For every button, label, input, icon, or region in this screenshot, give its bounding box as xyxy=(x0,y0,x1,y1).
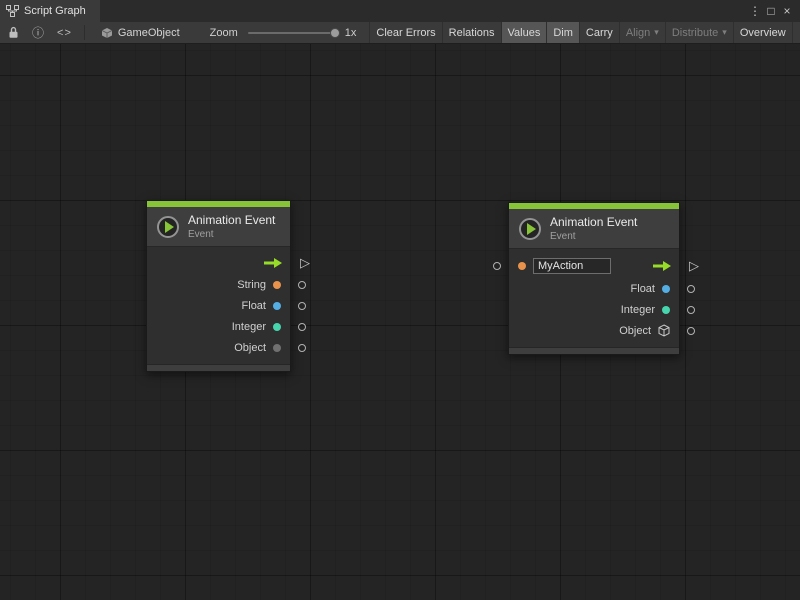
zoom-control: Zoom 1x xyxy=(210,22,357,43)
object-output-port[interactable] xyxy=(298,344,306,352)
chevron-down-icon: ▾ xyxy=(654,27,659,38)
clear-errors-button[interactable]: Clear Errors xyxy=(369,22,441,43)
port-label: Integer xyxy=(232,321,266,333)
integer-output-port[interactable] xyxy=(687,306,695,314)
object-cube-icon xyxy=(658,324,670,337)
node-body: ▷ String Float Integer Object xyxy=(147,247,290,364)
control-output-row: ▷ xyxy=(147,252,290,274)
node-subtitle: Event xyxy=(550,231,637,242)
button-label: Dim xyxy=(553,27,573,39)
node-header[interactable]: Animation Event Event xyxy=(509,209,679,249)
button-label: Values xyxy=(508,27,541,39)
string-type-dot xyxy=(518,262,526,270)
port-label: Float xyxy=(242,300,266,312)
zoom-slider-knob[interactable] xyxy=(330,28,340,38)
overview-button[interactable]: Overview xyxy=(733,22,793,43)
action-name-input-row: ▷ xyxy=(509,254,679,278)
integer-type-dot xyxy=(662,306,670,314)
code-icon[interactable]: <> xyxy=(57,27,72,39)
integer-type-dot xyxy=(273,323,281,331)
output-row-float: Float xyxy=(509,278,679,299)
node-header[interactable]: Animation Event Event xyxy=(147,207,290,247)
distribute-button[interactable]: Distribute ▾ xyxy=(665,22,733,43)
lock-icon[interactable] xyxy=(8,26,19,39)
window-tab-bar: Script Graph ⋮ □ × xyxy=(0,0,800,22)
dim-button[interactable]: Dim xyxy=(546,22,579,43)
port-label: Object xyxy=(619,325,651,337)
gameobject-label: GameObject xyxy=(118,27,180,39)
values-button[interactable]: Values xyxy=(501,22,547,43)
port-label: Float xyxy=(631,283,655,295)
relations-button[interactable]: Relations xyxy=(442,22,501,43)
float-type-dot xyxy=(273,302,281,310)
tab-script-graph[interactable]: Script Graph xyxy=(0,0,100,22)
flow-arrow-icon xyxy=(652,260,672,272)
gameobject-reference[interactable]: GameObject xyxy=(101,22,180,43)
gameobject-icon xyxy=(101,27,113,39)
string-type-dot xyxy=(273,281,281,289)
info-icon[interactable]: ⓘ xyxy=(32,27,44,39)
output-row-object: Object xyxy=(147,337,290,358)
toolbar-separator xyxy=(84,25,85,40)
float-output-port[interactable] xyxy=(298,302,306,310)
control-output-port[interactable]: ▷ xyxy=(300,256,310,269)
button-label: Align xyxy=(626,27,650,39)
string-output-port[interactable] xyxy=(298,281,306,289)
integer-output-port[interactable] xyxy=(298,323,306,331)
event-play-icon xyxy=(157,216,179,238)
object-type-dot xyxy=(273,344,281,352)
string-input-port[interactable] xyxy=(493,262,501,270)
node-footer xyxy=(509,347,679,354)
carry-button[interactable]: Carry xyxy=(579,22,619,43)
output-row-integer: Integer xyxy=(147,316,290,337)
action-name-input[interactable] xyxy=(533,258,611,274)
button-label: Distribute xyxy=(672,27,718,39)
toolbar-buttons: Clear Errors Relations Values Dim Carry … xyxy=(369,22,792,43)
output-row-object: Object xyxy=(509,320,679,341)
graph-toolbar: ⓘ <> GameObject Zoom 1x Clear Errors Rel… xyxy=(0,22,800,44)
output-row-float: Float xyxy=(147,295,290,316)
button-label: Clear Errors xyxy=(376,27,435,39)
control-output-port[interactable]: ▷ xyxy=(689,259,699,272)
node-body: ▷ Float Integer Object xyxy=(509,249,679,347)
tab-label: Script Graph xyxy=(24,5,86,17)
node-subtitle: Event xyxy=(188,229,275,240)
window-menu-icon[interactable]: ⋮ xyxy=(747,0,763,22)
object-output-port[interactable] xyxy=(687,327,695,335)
graph-canvas[interactable]: Animation Event Event ▷ String Float xyxy=(0,44,800,600)
close-icon[interactable]: × xyxy=(779,0,795,22)
window-controls: ⋮ □ × xyxy=(747,0,800,22)
output-row-string: String xyxy=(147,274,290,295)
zoom-value: 1x xyxy=(345,27,357,39)
float-output-port[interactable] xyxy=(687,285,695,293)
align-button[interactable]: Align ▾ xyxy=(619,22,665,43)
zoom-label: Zoom xyxy=(210,27,238,39)
animation-event-node-1[interactable]: Animation Event Event ▷ String Float xyxy=(146,200,291,372)
event-play-icon xyxy=(519,218,541,240)
chevron-down-icon: ▾ xyxy=(722,27,727,38)
animation-event-node-2[interactable]: Animation Event Event ▷ Float I xyxy=(508,202,680,355)
node-title: Animation Event xyxy=(188,213,275,227)
button-label: Overview xyxy=(740,27,786,39)
port-label: Object xyxy=(234,342,266,354)
button-label: Relations xyxy=(449,27,495,39)
maximize-icon[interactable]: □ xyxy=(763,0,779,22)
float-type-dot xyxy=(662,285,670,293)
zoom-slider[interactable] xyxy=(248,32,336,34)
port-label: Integer xyxy=(621,304,655,316)
node-title: Animation Event xyxy=(550,215,637,229)
port-label: String xyxy=(237,279,266,291)
node-footer xyxy=(147,364,290,371)
script-graph-icon xyxy=(6,5,19,17)
button-label: Carry xyxy=(586,27,613,39)
flow-arrow-icon xyxy=(263,257,283,269)
output-row-integer: Integer xyxy=(509,299,679,320)
toolbar-left-icons: ⓘ <> xyxy=(0,22,84,43)
